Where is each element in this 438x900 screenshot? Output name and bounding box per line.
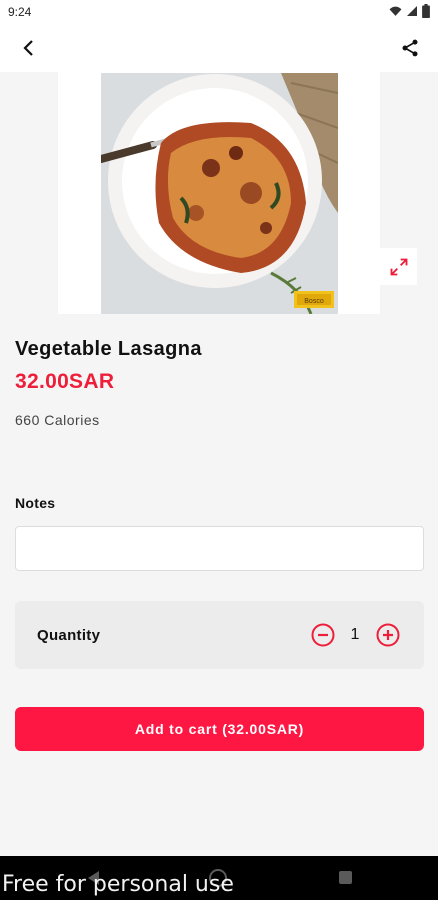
notes-label: Notes bbox=[15, 495, 56, 511]
product-image[interactable]: Bosco bbox=[101, 73, 338, 314]
arrow-back-icon bbox=[23, 40, 33, 56]
watermark-text: Free for personal use bbox=[2, 872, 234, 897]
status-icons bbox=[389, 4, 430, 18]
share-button[interactable] bbox=[398, 36, 422, 60]
plus-circle-icon bbox=[376, 623, 400, 647]
nav-recents-icon[interactable] bbox=[339, 871, 352, 884]
product-name: Vegetable Lasagna bbox=[15, 338, 202, 360]
signal-icon bbox=[407, 6, 417, 16]
image-tag-label: Bosco bbox=[304, 298, 324, 305]
minus-circle-icon bbox=[311, 623, 335, 647]
back-button[interactable] bbox=[14, 36, 44, 60]
increase-quantity-button[interactable] bbox=[376, 623, 400, 647]
status-bar: 9:24 bbox=[0, 0, 438, 24]
quantity-panel: Quantity 1 bbox=[15, 601, 424, 669]
expand-icon bbox=[390, 258, 407, 275]
expand-image-button[interactable] bbox=[380, 248, 417, 285]
battery-icon bbox=[422, 4, 430, 18]
status-time: 9:24 bbox=[8, 5, 32, 19]
product-price: 32.00SAR bbox=[15, 370, 115, 393]
decrease-quantity-button[interactable] bbox=[311, 623, 335, 647]
product-calories: 660 Calories bbox=[15, 412, 100, 428]
quantity-label: Quantity bbox=[37, 627, 101, 644]
notes-input[interactable] bbox=[15, 526, 424, 571]
app-bar bbox=[0, 24, 438, 72]
wifi-icon bbox=[389, 6, 402, 16]
lasagna-plate-illustration: Bosco bbox=[101, 73, 338, 314]
quantity-value: 1 bbox=[350, 626, 360, 643]
share-icon bbox=[402, 39, 418, 57]
add-to-cart-button[interactable]: Add to cart (32.00SAR) bbox=[15, 707, 424, 751]
